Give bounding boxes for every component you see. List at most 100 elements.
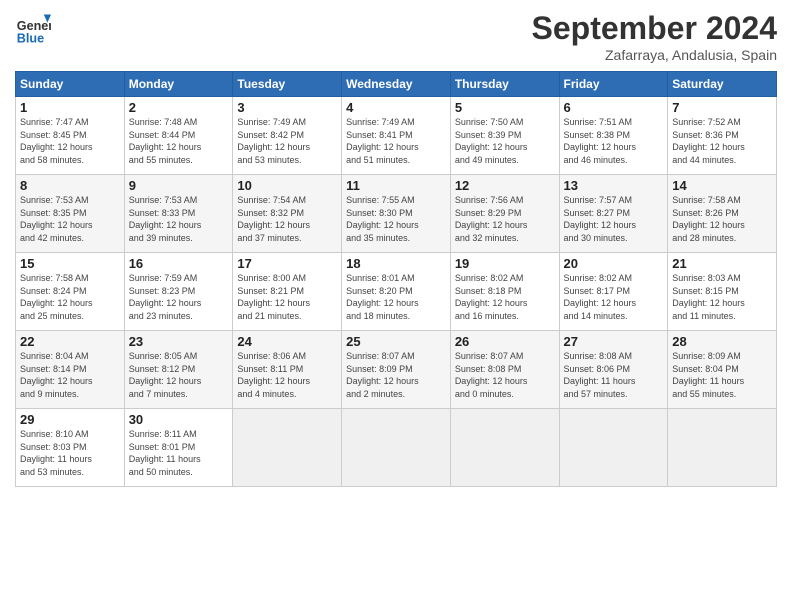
day-number: 18: [346, 256, 446, 271]
calendar-cell: 12Sunrise: 7:56 AM Sunset: 8:29 PM Dayli…: [450, 175, 559, 253]
day-number: 14: [672, 178, 772, 193]
calendar-cell: 3Sunrise: 7:49 AM Sunset: 8:42 PM Daylig…: [233, 97, 342, 175]
day-number: 12: [455, 178, 555, 193]
day-number: 22: [20, 334, 120, 349]
day-info: Sunrise: 8:05 AM Sunset: 8:12 PM Dayligh…: [129, 350, 229, 400]
day-info: Sunrise: 7:59 AM Sunset: 8:23 PM Dayligh…: [129, 272, 229, 322]
day-info: Sunrise: 8:01 AM Sunset: 8:20 PM Dayligh…: [346, 272, 446, 322]
day-info: Sunrise: 8:07 AM Sunset: 8:08 PM Dayligh…: [455, 350, 555, 400]
day-number: 21: [672, 256, 772, 271]
day-number: 11: [346, 178, 446, 193]
calendar-cell: 14Sunrise: 7:58 AM Sunset: 8:26 PM Dayli…: [668, 175, 777, 253]
col-friday: Friday: [559, 72, 668, 97]
col-saturday: Saturday: [668, 72, 777, 97]
calendar-cell: 5Sunrise: 7:50 AM Sunset: 8:39 PM Daylig…: [450, 97, 559, 175]
col-thursday: Thursday: [450, 72, 559, 97]
day-number: 9: [129, 178, 229, 193]
day-info: Sunrise: 7:47 AM Sunset: 8:45 PM Dayligh…: [20, 116, 120, 166]
calendar-table: Sunday Monday Tuesday Wednesday Thursday…: [15, 71, 777, 487]
calendar-week-1: 8Sunrise: 7:53 AM Sunset: 8:35 PM Daylig…: [16, 175, 777, 253]
day-info: Sunrise: 7:55 AM Sunset: 8:30 PM Dayligh…: [346, 194, 446, 244]
calendar-cell: [233, 409, 342, 487]
day-info: Sunrise: 7:49 AM Sunset: 8:41 PM Dayligh…: [346, 116, 446, 166]
calendar-cell: 2Sunrise: 7:48 AM Sunset: 8:44 PM Daylig…: [124, 97, 233, 175]
day-info: Sunrise: 8:00 AM Sunset: 8:21 PM Dayligh…: [237, 272, 337, 322]
day-number: 24: [237, 334, 337, 349]
location: Zafarraya, Andalusia, Spain: [532, 47, 777, 63]
calendar-cell: 26Sunrise: 8:07 AM Sunset: 8:08 PM Dayli…: [450, 331, 559, 409]
day-number: 27: [564, 334, 664, 349]
header: General Blue September 2024 Zafarraya, A…: [15, 10, 777, 63]
calendar-cell: [342, 409, 451, 487]
calendar-cell: 8Sunrise: 7:53 AM Sunset: 8:35 PM Daylig…: [16, 175, 125, 253]
day-info: Sunrise: 7:57 AM Sunset: 8:27 PM Dayligh…: [564, 194, 664, 244]
day-info: Sunrise: 7:53 AM Sunset: 8:33 PM Dayligh…: [129, 194, 229, 244]
day-number: 16: [129, 256, 229, 271]
calendar-cell: 29Sunrise: 8:10 AM Sunset: 8:03 PM Dayli…: [16, 409, 125, 487]
day-info: Sunrise: 7:48 AM Sunset: 8:44 PM Dayligh…: [129, 116, 229, 166]
day-info: Sunrise: 8:02 AM Sunset: 8:17 PM Dayligh…: [564, 272, 664, 322]
day-info: Sunrise: 8:07 AM Sunset: 8:09 PM Dayligh…: [346, 350, 446, 400]
calendar-cell: 18Sunrise: 8:01 AM Sunset: 8:20 PM Dayli…: [342, 253, 451, 331]
calendar-cell: 7Sunrise: 7:52 AM Sunset: 8:36 PM Daylig…: [668, 97, 777, 175]
page-container: General Blue September 2024 Zafarraya, A…: [0, 0, 792, 497]
calendar-cell: [450, 409, 559, 487]
calendar-cell: [668, 409, 777, 487]
calendar-cell: 13Sunrise: 7:57 AM Sunset: 8:27 PM Dayli…: [559, 175, 668, 253]
day-number: 6: [564, 100, 664, 115]
calendar-cell: 10Sunrise: 7:54 AM Sunset: 8:32 PM Dayli…: [233, 175, 342, 253]
day-number: 2: [129, 100, 229, 115]
col-tuesday: Tuesday: [233, 72, 342, 97]
day-number: 5: [455, 100, 555, 115]
svg-text:Blue: Blue: [17, 31, 44, 45]
day-number: 19: [455, 256, 555, 271]
calendar-cell: 17Sunrise: 8:00 AM Sunset: 8:21 PM Dayli…: [233, 253, 342, 331]
calendar-cell: 21Sunrise: 8:03 AM Sunset: 8:15 PM Dayli…: [668, 253, 777, 331]
day-info: Sunrise: 7:58 AM Sunset: 8:26 PM Dayligh…: [672, 194, 772, 244]
calendar-cell: 1Sunrise: 7:47 AM Sunset: 8:45 PM Daylig…: [16, 97, 125, 175]
day-number: 7: [672, 100, 772, 115]
header-row: Sunday Monday Tuesday Wednesday Thursday…: [16, 72, 777, 97]
day-number: 29: [20, 412, 120, 427]
calendar-cell: 16Sunrise: 7:59 AM Sunset: 8:23 PM Dayli…: [124, 253, 233, 331]
calendar-week-2: 15Sunrise: 7:58 AM Sunset: 8:24 PM Dayli…: [16, 253, 777, 331]
day-info: Sunrise: 7:49 AM Sunset: 8:42 PM Dayligh…: [237, 116, 337, 166]
calendar-week-3: 22Sunrise: 8:04 AM Sunset: 8:14 PM Dayli…: [16, 331, 777, 409]
day-number: 15: [20, 256, 120, 271]
day-number: 25: [346, 334, 446, 349]
day-info: Sunrise: 7:52 AM Sunset: 8:36 PM Dayligh…: [672, 116, 772, 166]
day-info: Sunrise: 7:56 AM Sunset: 8:29 PM Dayligh…: [455, 194, 555, 244]
day-number: 10: [237, 178, 337, 193]
day-number: 30: [129, 412, 229, 427]
calendar-cell: [559, 409, 668, 487]
day-info: Sunrise: 8:02 AM Sunset: 8:18 PM Dayligh…: [455, 272, 555, 322]
day-number: 23: [129, 334, 229, 349]
calendar-cell: 6Sunrise: 7:51 AM Sunset: 8:38 PM Daylig…: [559, 97, 668, 175]
day-info: Sunrise: 8:11 AM Sunset: 8:01 PM Dayligh…: [129, 428, 229, 478]
calendar-cell: 9Sunrise: 7:53 AM Sunset: 8:33 PM Daylig…: [124, 175, 233, 253]
day-info: Sunrise: 8:04 AM Sunset: 8:14 PM Dayligh…: [20, 350, 120, 400]
calendar-cell: 23Sunrise: 8:05 AM Sunset: 8:12 PM Dayli…: [124, 331, 233, 409]
day-info: Sunrise: 7:54 AM Sunset: 8:32 PM Dayligh…: [237, 194, 337, 244]
day-info: Sunrise: 7:50 AM Sunset: 8:39 PM Dayligh…: [455, 116, 555, 166]
day-info: Sunrise: 7:53 AM Sunset: 8:35 PM Dayligh…: [20, 194, 120, 244]
day-number: 17: [237, 256, 337, 271]
day-info: Sunrise: 7:51 AM Sunset: 8:38 PM Dayligh…: [564, 116, 664, 166]
logo-icon: General Blue: [15, 10, 51, 46]
day-info: Sunrise: 8:03 AM Sunset: 8:15 PM Dayligh…: [672, 272, 772, 322]
day-number: 8: [20, 178, 120, 193]
day-info: Sunrise: 7:58 AM Sunset: 8:24 PM Dayligh…: [20, 272, 120, 322]
logo: General Blue: [15, 10, 51, 46]
calendar-cell: 24Sunrise: 8:06 AM Sunset: 8:11 PM Dayli…: [233, 331, 342, 409]
day-info: Sunrise: 8:08 AM Sunset: 8:06 PM Dayligh…: [564, 350, 664, 400]
day-number: 4: [346, 100, 446, 115]
calendar-week-0: 1Sunrise: 7:47 AM Sunset: 8:45 PM Daylig…: [16, 97, 777, 175]
col-monday: Monday: [124, 72, 233, 97]
day-number: 26: [455, 334, 555, 349]
calendar-cell: 27Sunrise: 8:08 AM Sunset: 8:06 PM Dayli…: [559, 331, 668, 409]
month-title: September 2024: [532, 10, 777, 47]
day-number: 13: [564, 178, 664, 193]
calendar-cell: 4Sunrise: 7:49 AM Sunset: 8:41 PM Daylig…: [342, 97, 451, 175]
col-wednesday: Wednesday: [342, 72, 451, 97]
calendar-cell: 11Sunrise: 7:55 AM Sunset: 8:30 PM Dayli…: [342, 175, 451, 253]
